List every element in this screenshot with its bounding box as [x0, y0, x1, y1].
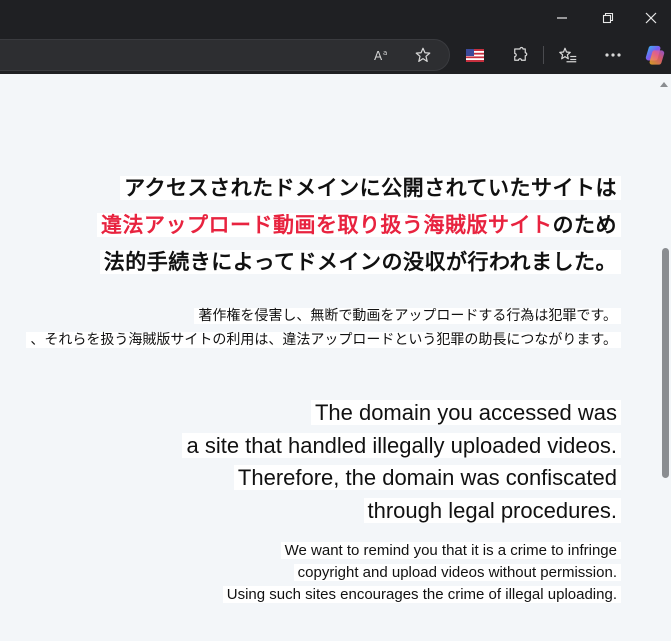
extensions-icon: [514, 46, 528, 61]
jp-heading-highlight: 違法アップロード動画を取り扱う海賊版サイト: [101, 213, 553, 237]
title-bar: [0, 0, 671, 36]
jp-heading-line1: アクセスされたドメインに公開されていたサイトは: [120, 176, 621, 200]
en-subtext-line1: We want to remind you that it is a crime…: [280, 542, 621, 559]
en-heading-line4: through legal procedures.: [363, 497, 621, 523]
jp-heading-line3: 法的手続きによってドメインの没収が行われました。: [99, 250, 621, 274]
restore-button[interactable]: [585, 0, 631, 36]
favorite-star-button[interactable]: [408, 36, 438, 74]
minimize-icon: [557, 17, 567, 19]
favorites-button[interactable]: [553, 36, 583, 74]
en-heading-line3: Therefore, the domain was confiscated: [233, 465, 621, 490]
browser-toolbar: A a: [0, 36, 671, 74]
en-subtext-line2: copyright and upload videos without perm…: [293, 564, 621, 581]
favorites-icon: [559, 47, 577, 63]
page-viewport: アクセスされたドメインに公開されていたサイトは 違法アップロード動画を取り扱う海…: [0, 74, 671, 641]
scroll-up-arrow-icon[interactable]: [660, 82, 668, 87]
en-subtext-line3: Using such sites encourages the crime of…: [222, 586, 621, 603]
en-heading-line1: The domain you accessed was: [310, 400, 621, 425]
jp-subtext-line1: 著作権を侵害し、無断で動画をアップロードする行為は犯罪です。: [194, 308, 621, 324]
vertical-scrollbar[interactable]: [657, 74, 671, 641]
scrollbar-thumb[interactable]: [662, 248, 669, 478]
us-flag-button[interactable]: [460, 36, 490, 74]
more-button[interactable]: [598, 36, 628, 74]
svg-text:A: A: [374, 49, 383, 63]
jp-subtext-line2: 、それらを扱う海賊版サイトの利用は、違法アップロードという犯罪の助長につながりま…: [26, 332, 621, 348]
copilot-button[interactable]: [640, 36, 670, 74]
svg-text:a: a: [383, 49, 387, 57]
jp-heading-line2-rest: のため: [552, 213, 617, 237]
minimize-button[interactable]: [539, 0, 585, 36]
copilot-icon: [645, 45, 665, 65]
close-icon: [645, 12, 657, 24]
toolbar-separator: [543, 46, 544, 64]
read-aloud-button[interactable]: A a: [367, 36, 397, 74]
en-heading: The domain you accessed was a site that …: [182, 397, 621, 527]
favorite-star-icon: [415, 47, 431, 62]
en-heading-line2: a site that handled illegally uploaded v…: [182, 432, 621, 458]
us-flag-icon: [466, 48, 484, 62]
more-icon: [605, 53, 621, 57]
extensions-button[interactable]: [505, 36, 535, 74]
en-subtext: We want to remind you that it is a crime…: [222, 540, 621, 606]
restore-icon: [602, 12, 614, 24]
jp-heading: アクセスされたドメインに公開されていたサイトは 違法アップロード動画を取り扱う海…: [97, 170, 621, 281]
close-button[interactable]: [631, 0, 671, 36]
jp-subtext: 著作権を侵害し、無断で動画をアップロードする行為は犯罪です。 、それらを扱う海賊…: [26, 304, 621, 352]
read-aloud-icon: A a: [374, 49, 387, 63]
